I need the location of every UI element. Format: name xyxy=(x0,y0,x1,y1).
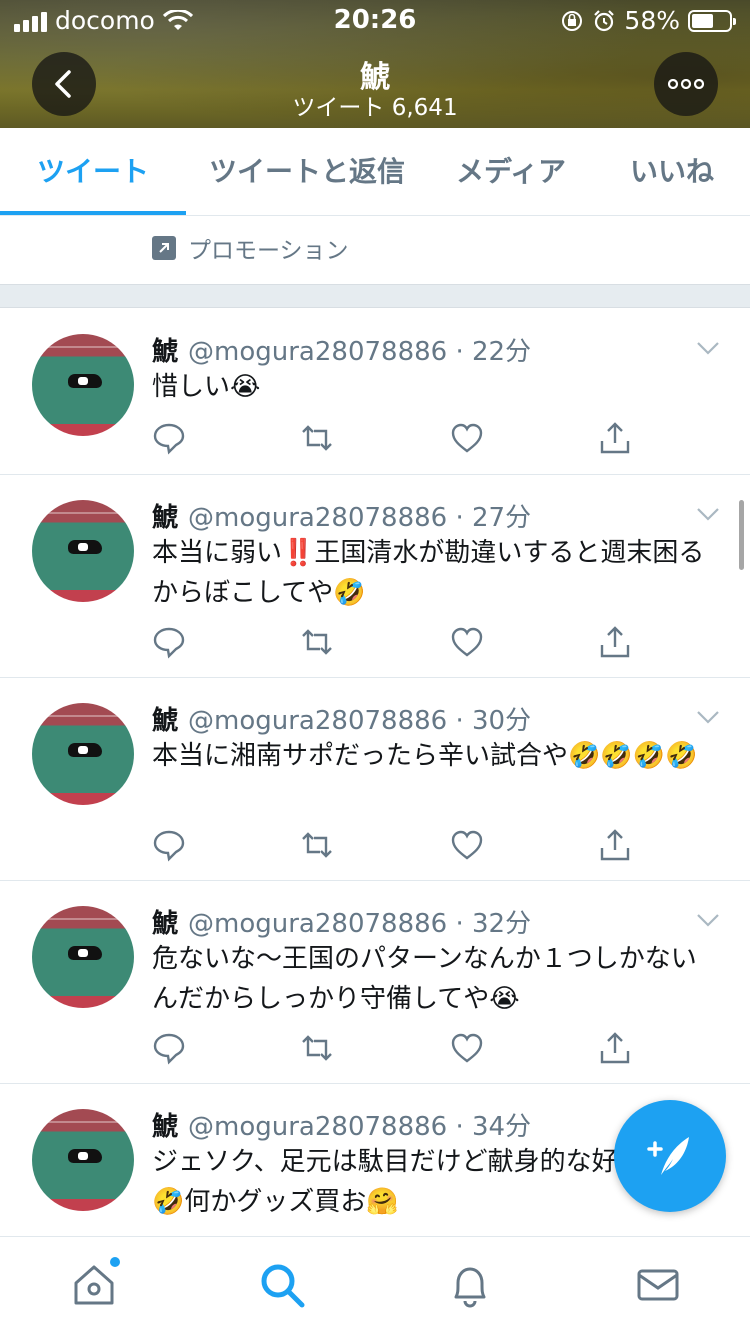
tweet-author-name[interactable]: 鯱 xyxy=(152,337,178,367)
heart-icon[interactable] xyxy=(450,625,484,659)
notification-dot xyxy=(110,1257,120,1267)
status-right: 58% xyxy=(560,6,736,35)
nav-notifications[interactable] xyxy=(446,1261,494,1309)
tweet-text: 本当に湘南サポだったら辛い試合や🤣🤣🤣🤣 xyxy=(152,741,698,771)
avatar[interactable] xyxy=(32,334,134,436)
nav-messages[interactable] xyxy=(634,1261,682,1309)
tweet-item[interactable]: 鯱 @mogura28078886 · 27分 本当に弱い‼️王国清水が勘違いする… xyxy=(0,475,750,678)
retweet-icon[interactable] xyxy=(300,1031,334,1065)
bottom-navigation xyxy=(0,1236,750,1334)
tweet-item[interactable]: 鯱 @mogura28078886 · 30分 本当に湘南サポだったら辛い試合や🤣… xyxy=(0,678,750,881)
tweet-actions xyxy=(152,421,652,455)
tweet-author-name[interactable]: 鯱 xyxy=(152,503,178,533)
tweet-text: 危ないな〜王国のパターンなんか１つしかないんだからしっかり守備してや😭 xyxy=(152,944,697,1014)
more-button[interactable] xyxy=(654,52,718,116)
promoted-label: プロモーション xyxy=(152,231,349,265)
search-icon xyxy=(261,1264,305,1308)
tweet-handle-time: @mogura28078886 · 22分 xyxy=(188,337,532,367)
avatar[interactable] xyxy=(32,1109,134,1211)
tweet-actions xyxy=(152,625,652,659)
tweet-actions xyxy=(152,828,652,862)
tweet-handle-time: @mogura28078886 · 30分 xyxy=(188,706,532,736)
tweet-item[interactable]: 鯱 @mogura28078886 · 22分 惜しい😭 xyxy=(0,309,750,475)
tweet-author-name[interactable]: 鯱 xyxy=(152,706,178,736)
tweet-text: 惜しい😭 xyxy=(152,372,261,402)
compose-tweet-button[interactable] xyxy=(614,1100,726,1212)
bell-icon xyxy=(454,1267,486,1308)
chevron-down-icon[interactable] xyxy=(696,507,720,521)
battery-percent: 58% xyxy=(624,6,680,35)
tab-media[interactable]: メディア xyxy=(428,128,594,215)
tab-tweets[interactable]: ツイート xyxy=(0,128,186,215)
heart-icon[interactable] xyxy=(450,421,484,455)
nav-search[interactable] xyxy=(258,1261,306,1309)
share-icon[interactable] xyxy=(598,625,632,659)
profile-tabs: ツイート ツイートと返信 メディア いいね xyxy=(0,128,750,216)
tweet-text: 本当に弱い‼️王国清水が勘違いすると週末困るからぼこしてや🤣 xyxy=(152,538,705,608)
nav-home[interactable] xyxy=(70,1257,120,1309)
share-icon[interactable] xyxy=(598,1031,632,1065)
tweet-handle-time: @mogura28078886 · 27分 xyxy=(188,503,532,533)
scrollbar[interactable] xyxy=(739,500,744,570)
promoted-text: プロモーション xyxy=(188,238,349,264)
tweet-author-name[interactable]: 鯱 xyxy=(152,909,178,939)
chevron-down-icon[interactable] xyxy=(696,913,720,927)
chevron-down-icon[interactable] xyxy=(696,710,720,724)
tweet-handle-time: @mogura28078886 · 32分 xyxy=(188,909,532,939)
battery-icon xyxy=(688,9,736,32)
promoted-tweet-fragment[interactable]: プロモーション xyxy=(0,217,750,284)
retweet-icon[interactable] xyxy=(300,421,334,455)
compose-tweet-icon xyxy=(647,1137,689,1175)
promoted-arrow-icon xyxy=(152,236,176,260)
tab-likes[interactable]: いいね xyxy=(594,128,750,215)
share-icon[interactable] xyxy=(598,828,632,862)
mail-icon xyxy=(637,1269,679,1301)
status-bar: docomo 20:26 58% xyxy=(0,0,750,40)
chevron-down-icon[interactable] xyxy=(696,341,720,355)
reply-icon[interactable] xyxy=(152,828,186,862)
tweet-actions xyxy=(152,1031,652,1065)
reply-icon[interactable] xyxy=(152,421,186,455)
tweet-handle-time: @mogura28078886 · 34分 xyxy=(188,1112,532,1142)
more-icon xyxy=(668,79,704,89)
avatar[interactable] xyxy=(32,906,134,1008)
tweet-item[interactable]: 鯱 @mogura28078886 · 32分 危ないな〜王国のパターンなんか１つ… xyxy=(0,881,750,1084)
alarm-icon xyxy=(594,9,615,31)
rotation-lock-icon xyxy=(562,10,583,31)
avatar[interactable] xyxy=(32,703,134,805)
home-icon xyxy=(74,1265,114,1305)
avatar[interactable] xyxy=(32,500,134,602)
retweet-icon[interactable] xyxy=(300,625,334,659)
heart-icon[interactable] xyxy=(450,828,484,862)
profile-header: docomo 20:26 58% 鯱 ツイート 6,641 xyxy=(0,0,750,128)
reply-icon[interactable] xyxy=(152,1031,186,1065)
tab-tweets-and-replies[interactable]: ツイートと返信 xyxy=(186,128,428,215)
section-separator xyxy=(0,284,750,308)
retweet-icon[interactable] xyxy=(300,828,334,862)
reply-icon[interactable] xyxy=(152,625,186,659)
heart-icon[interactable] xyxy=(450,1031,484,1065)
tweet-author-name[interactable]: 鯱 xyxy=(152,1112,178,1142)
share-icon[interactable] xyxy=(598,421,632,455)
tweet-count: ツイート 6,641 xyxy=(292,95,458,121)
